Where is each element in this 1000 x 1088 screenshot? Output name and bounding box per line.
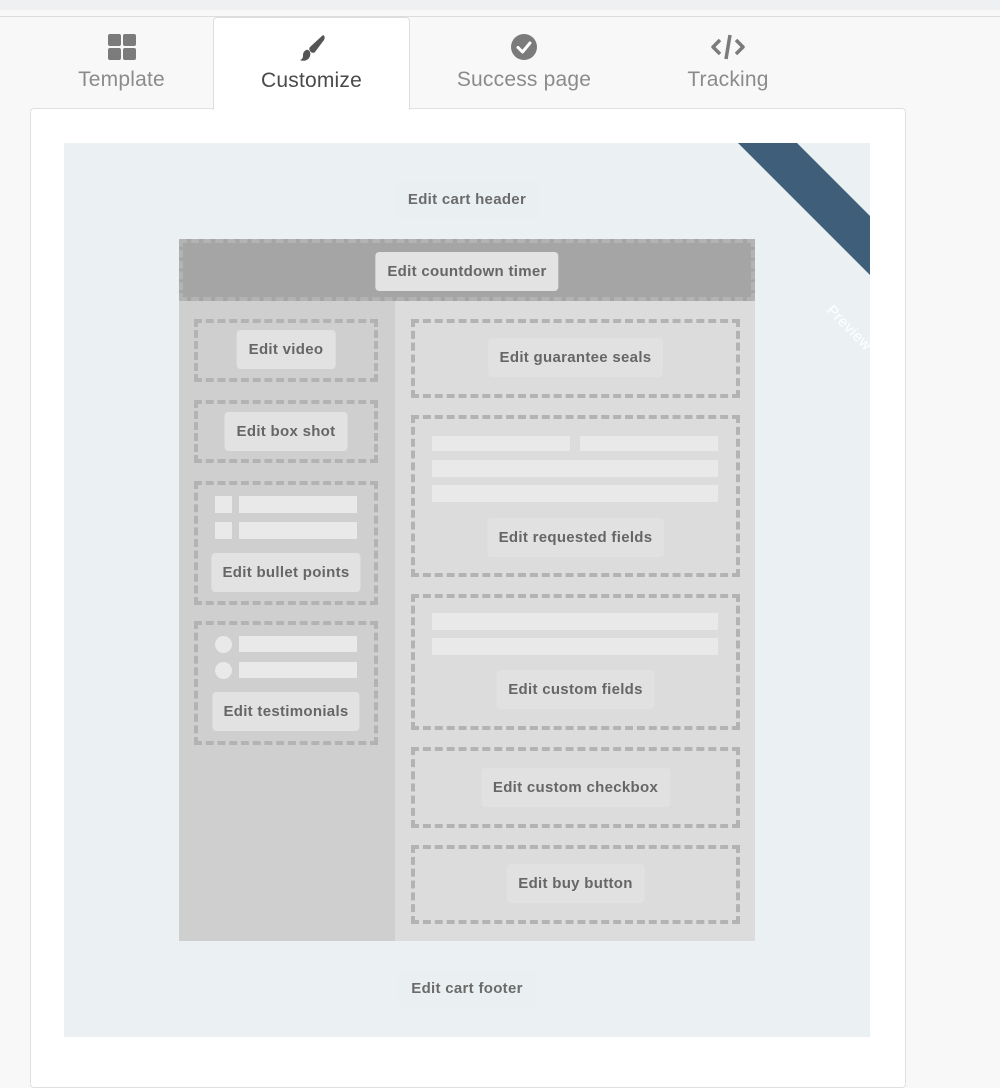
edit-box-shot-button[interactable]: Edit box shot: [224, 412, 348, 451]
tab-label: Success page: [456, 68, 592, 91]
tab-label: Customize: [261, 69, 362, 92]
tab-tracking[interactable]: Tracking: [638, 17, 818, 109]
testimonials-zone: Edit testimonials: [194, 621, 378, 745]
edit-video-button[interactable]: Edit video: [236, 330, 336, 369]
tab-customize[interactable]: Customize: [213, 17, 410, 110]
field-placeholder: [432, 613, 718, 630]
field-placeholder: [432, 436, 570, 451]
edit-cart-footer-button[interactable]: Edit cart footer: [398, 970, 536, 1007]
custom-fields-zone: Edit custom fields: [411, 594, 740, 730]
custom-checkbox-zone: Edit custom checkbox: [411, 747, 740, 828]
field-placeholder: [432, 638, 718, 655]
text-line-placeholder: [239, 662, 357, 678]
right-column: Edit guarantee seals Edit requested fiel…: [395, 301, 755, 941]
bullet-points-zone: Edit bullet points: [194, 481, 378, 605]
paintbrush-icon: [297, 33, 327, 63]
code-icon: [710, 32, 746, 62]
bullet-placeholder: [215, 522, 232, 539]
edit-cart-header-button[interactable]: Edit cart header: [394, 181, 540, 218]
cart-layout: Edit countdown timer Edit video Edit box…: [179, 239, 755, 941]
cart-preview: Preview Edit cart header Edit countdown …: [64, 143, 870, 1037]
field-placeholder: [432, 460, 718, 477]
preview-ribbon-label: Preview: [822, 301, 870, 355]
avatar-placeholder: [215, 662, 232, 679]
edit-custom-fields-button[interactable]: Edit custom fields: [496, 670, 655, 709]
text-line-placeholder: [239, 496, 357, 513]
top-bar: [0, 0, 1000, 10]
countdown-timer-zone: Edit countdown timer: [179, 239, 755, 301]
text-line-placeholder: [239, 522, 357, 539]
edit-testimonials-button[interactable]: Edit testimonials: [212, 692, 360, 731]
video-zone: Edit video: [194, 319, 378, 382]
tab-label: Template: [78, 68, 165, 91]
box-shot-zone: Edit box shot: [194, 400, 378, 463]
tab-success-page[interactable]: Success page: [410, 17, 638, 109]
buy-button-zone: Edit buy button: [411, 845, 740, 924]
text-line-placeholder: [239, 636, 357, 652]
guarantee-seals-zone: Edit guarantee seals: [411, 319, 740, 398]
bullet-placeholder: [215, 496, 232, 513]
field-placeholder: [580, 436, 718, 451]
tab-bar: Template Customize Success page Tracking: [30, 17, 905, 110]
check-circle-icon: [510, 32, 538, 62]
edit-buy-button-button[interactable]: Edit buy button: [506, 864, 645, 903]
avatar-placeholder: [215, 636, 232, 653]
field-placeholder: [432, 485, 718, 502]
left-column: Edit video Edit box shot Edit bullet poi…: [179, 301, 395, 941]
requested-fields-zone: Edit requested fields: [411, 415, 740, 577]
edit-bullet-points-button[interactable]: Edit bullet points: [211, 553, 361, 592]
edit-requested-fields-button[interactable]: Edit requested fields: [486, 518, 665, 557]
edit-guarantee-seals-button[interactable]: Edit guarantee seals: [487, 338, 664, 377]
edit-custom-checkbox-button[interactable]: Edit custom checkbox: [480, 768, 671, 807]
grid-icon: [107, 32, 137, 62]
edit-countdown-timer-button[interactable]: Edit countdown timer: [375, 252, 559, 291]
tab-label: Tracking: [687, 68, 769, 91]
tab-template[interactable]: Template: [30, 17, 213, 109]
